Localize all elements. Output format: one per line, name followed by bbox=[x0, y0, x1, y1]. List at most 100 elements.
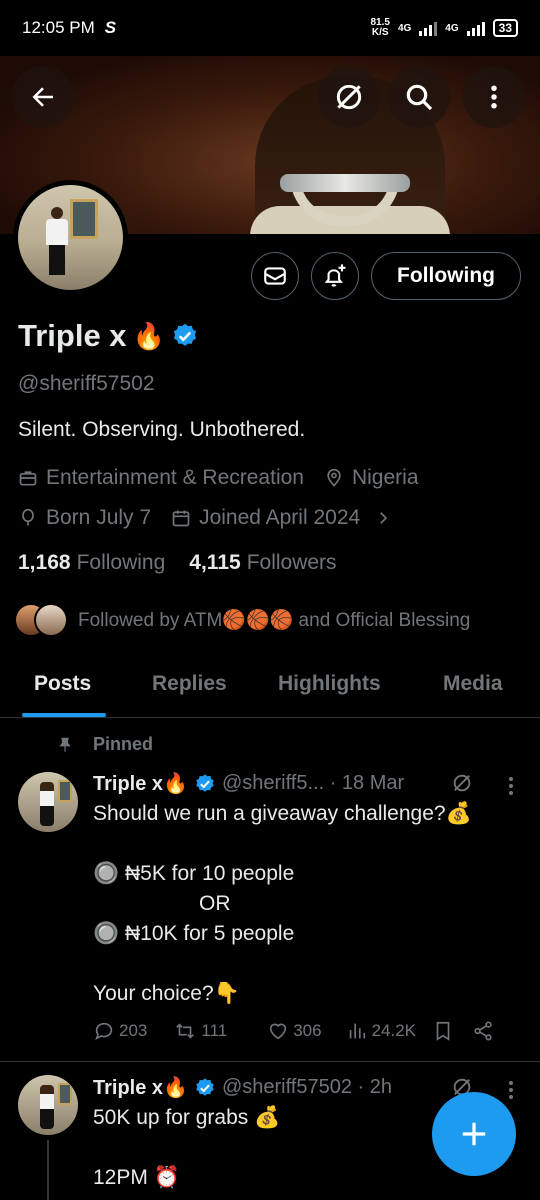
search-button[interactable] bbox=[388, 66, 450, 128]
mail-icon bbox=[264, 267, 286, 285]
post-body: 50K up for grabs 💰 12PM ⏰ bbox=[93, 1103, 280, 1193]
pin-icon bbox=[59, 737, 71, 752]
more-vertical-icon bbox=[491, 85, 497, 109]
post-line: 🔘 ₦10K for 5 people bbox=[93, 922, 295, 945]
grok-button[interactable] bbox=[318, 66, 380, 128]
banner-glasses bbox=[280, 174, 410, 192]
sim2-label: 4G bbox=[445, 22, 459, 34]
arrow-left-icon bbox=[32, 87, 53, 107]
status-time: 12:05 PM bbox=[22, 18, 95, 37]
thread-line bbox=[47, 1140, 49, 1200]
back-button[interactable] bbox=[12, 66, 74, 128]
profile-bio: Silent. Observing. Unbothered. bbox=[18, 418, 306, 441]
tab-replies[interactable]: Replies bbox=[152, 672, 227, 696]
post-avatar-door bbox=[58, 780, 72, 802]
post-more-icon[interactable] bbox=[509, 777, 513, 795]
more-options-button[interactable] bbox=[463, 66, 525, 128]
post-line: 🔘 ₦5K for 10 people bbox=[93, 862, 295, 885]
post-handle-time: @sheriff5... · 18 Mar bbox=[221, 772, 405, 794]
balloon-icon bbox=[22, 508, 34, 526]
plus-icon bbox=[462, 1122, 486, 1146]
verified-badge-icon bbox=[173, 323, 197, 346]
net-speed: 81.5 K/S bbox=[370, 18, 389, 38]
follower-avatar-2 bbox=[34, 603, 68, 637]
avatar-head bbox=[51, 207, 63, 219]
grok-icon[interactable] bbox=[451, 772, 473, 794]
followed-by-text: Followed by ATM🏀🏀🏀 and Official Blessing bbox=[78, 610, 471, 631]
verified-badge-icon bbox=[196, 773, 214, 792]
followers-count-link[interactable]: 4,115 Followers bbox=[189, 551, 336, 575]
compose-button[interactable] bbox=[432, 1092, 516, 1176]
net-speed-unit: K/S bbox=[371, 27, 389, 38]
like-count: 306 bbox=[293, 1021, 322, 1040]
profile-name-emoji: 🔥 bbox=[132, 320, 165, 351]
post-header: Triple x🔥 @sheriff5... · 18 Mar bbox=[93, 771, 404, 796]
followers-label: Followers bbox=[246, 551, 337, 574]
post-author: Triple x🔥 bbox=[93, 773, 188, 795]
following-button[interactable]: Following bbox=[371, 252, 521, 300]
post-actions: 203 111 306 24.2K bbox=[93, 1020, 523, 1042]
profile-location: Nigeria bbox=[351, 466, 419, 489]
bell-plus-icon bbox=[324, 264, 346, 287]
verified-badge-icon bbox=[196, 1077, 214, 1096]
avatar-door bbox=[70, 199, 98, 239]
views-icon bbox=[349, 1023, 365, 1039]
profile-handle: @sheriff57502 bbox=[18, 372, 155, 395]
app-notification-icon: S bbox=[104, 18, 117, 37]
followers-count: 4,115 bbox=[189, 551, 241, 574]
share-icon[interactable] bbox=[472, 1020, 494, 1042]
tab-media[interactable]: Media bbox=[443, 672, 503, 696]
post-more-icon[interactable] bbox=[509, 1081, 513, 1099]
post-divider bbox=[0, 1061, 540, 1062]
post-author: Triple x🔥 bbox=[93, 1077, 188, 1099]
status-bar: 12:05 PM S 81.5 K/S 4G 4G 33 bbox=[0, 0, 540, 56]
views-button[interactable]: 24.2K bbox=[346, 1020, 416, 1042]
post-avatar-door bbox=[58, 1083, 72, 1105]
profile-meta-row-1: Entertainment & Recreation Nigeria bbox=[18, 466, 419, 490]
heart-icon bbox=[270, 1023, 287, 1040]
followed-by-row[interactable]: Followed by ATM🏀🏀🏀 and Official Blessing bbox=[14, 603, 470, 637]
briefcase-icon bbox=[19, 471, 37, 486]
following-count: 1,168 bbox=[18, 551, 71, 574]
tab-highlights[interactable]: Highlights bbox=[278, 672, 381, 696]
views-count: 24.2K bbox=[371, 1021, 417, 1040]
post-line: Should we run a giveaway challenge?💰 bbox=[93, 802, 472, 825]
post-line: 50K up for grabs 💰 bbox=[93, 1106, 281, 1129]
post-line: OR bbox=[199, 892, 231, 915]
signal2-icon bbox=[466, 20, 485, 36]
signal1-icon bbox=[419, 20, 438, 36]
post-avatar-person bbox=[40, 1085, 54, 1129]
post-line bbox=[93, 1133, 280, 1163]
tab-posts[interactable]: Posts bbox=[34, 672, 91, 696]
post-handle-time: @sheriff57502 · 2h bbox=[221, 1076, 392, 1098]
post-avatar[interactable] bbox=[18, 1075, 78, 1135]
message-button[interactable] bbox=[251, 252, 299, 300]
following-count-link[interactable]: 1,168 Following bbox=[18, 551, 165, 575]
post-header: Triple x🔥 @sheriff57502 · 2h bbox=[93, 1075, 392, 1100]
battery-indicator: 33 bbox=[492, 19, 518, 37]
post-avatar-person bbox=[40, 782, 54, 826]
post-body: Should we run a giveaway challenge?💰 🔘 ₦… bbox=[93, 799, 472, 1009]
reply-icon bbox=[95, 1022, 113, 1041]
avatar-body bbox=[46, 219, 68, 245]
grok-icon bbox=[336, 84, 362, 110]
post-avatar[interactable] bbox=[18, 772, 78, 832]
location-pin-icon bbox=[327, 468, 341, 487]
reply-count: 203 bbox=[119, 1021, 148, 1040]
like-button[interactable]: 306 bbox=[267, 1020, 322, 1042]
sim1-label: 4G bbox=[397, 22, 412, 34]
reply-button[interactable]: 203 bbox=[93, 1020, 147, 1042]
repost-button[interactable]: 111 bbox=[173, 1020, 227, 1042]
profile-name: Triple x bbox=[18, 318, 127, 353]
profile-category: Entertainment & Recreation bbox=[46, 466, 304, 489]
chevron-right-icon[interactable] bbox=[374, 509, 392, 527]
repost-count: 111 bbox=[201, 1021, 228, 1040]
notify-button[interactable] bbox=[311, 252, 359, 300]
status-right: 81.5 K/S 4G 4G 33 bbox=[370, 18, 518, 38]
following-label: Following bbox=[76, 551, 166, 574]
calendar-icon bbox=[172, 510, 190, 527]
avatar-image bbox=[18, 185, 123, 290]
post-line bbox=[93, 829, 472, 859]
profile-avatar[interactable] bbox=[13, 180, 128, 295]
bookmark-icon[interactable] bbox=[432, 1020, 454, 1042]
